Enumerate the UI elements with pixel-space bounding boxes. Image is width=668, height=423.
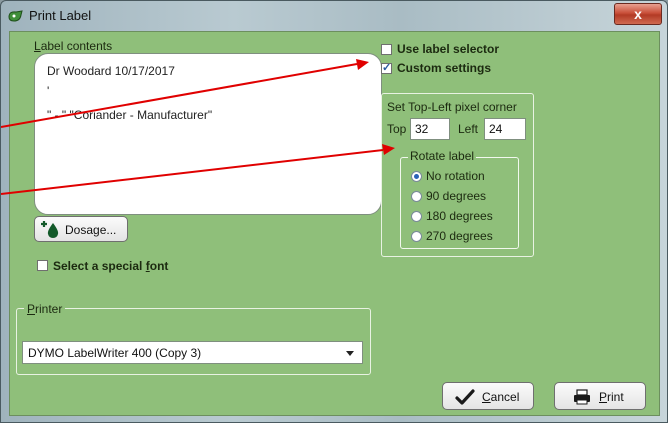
print-label-window: Print Label x Label contents Dr Woodard … <box>0 0 668 423</box>
annotation-arrowhead <box>356 59 369 70</box>
annotation-arrow-custom-settings <box>1 63 358 128</box>
annotation-arrowhead <box>382 144 395 155</box>
annotation-overlay <box>1 59 395 195</box>
annotation-arrow-pixel-corner <box>1 149 384 195</box>
